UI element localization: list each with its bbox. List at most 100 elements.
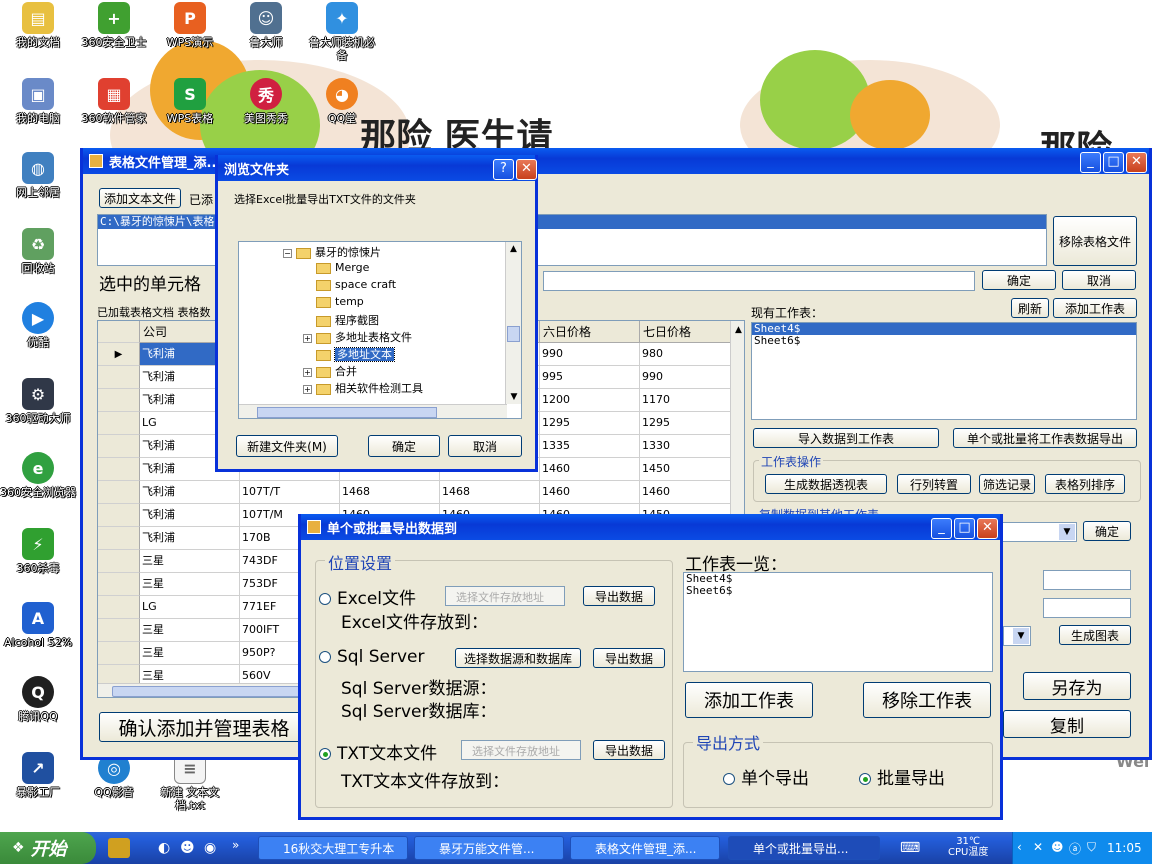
task-item-active[interactable]: 单个或批量导出... xyxy=(728,836,880,860)
tray-qq-icon[interactable]: ☻ xyxy=(1051,840,1064,854)
tray-app-icon[interactable]: ✕ xyxy=(1033,840,1043,854)
folder-tree-item[interactable]: + 相关软件检测工具 xyxy=(303,380,423,396)
desktop-icon-wps-sheet[interactable]: S WPS表格 xyxy=(152,78,228,125)
single-radio[interactable] xyxy=(723,773,735,785)
sheet-list-item[interactable]: Sheet6$ xyxy=(752,335,1136,347)
help-button[interactable]: ? xyxy=(493,159,514,180)
scroll-up-icon[interactable]: ▲ xyxy=(731,325,744,335)
desktop-icon-360-antivirus[interactable]: ⚡ 360杀毒 xyxy=(0,528,76,575)
choose-source-button[interactable]: 选择数据源和数据库 xyxy=(455,648,581,668)
tree-hscroll-thumb[interactable] xyxy=(257,407,437,418)
row-header[interactable] xyxy=(98,504,140,527)
row-header[interactable] xyxy=(98,389,140,412)
tree-hscrollbar[interactable] xyxy=(239,404,507,418)
add-sheet-button[interactable]: 添加工作表 xyxy=(685,682,813,718)
row-header[interactable] xyxy=(98,550,140,573)
desktop-icon-qq[interactable]: Q 腾讯QQ xyxy=(0,676,76,723)
grid-cell[interactable]: 1335 xyxy=(540,435,640,458)
desktop-icon-alcohol[interactable]: A Alcohol 52% xyxy=(0,602,76,649)
folder-tree[interactable]: − 暴牙的惊悚片 Merge space craft temp 程序截图 + 多地址表格文件多… xyxy=(238,241,522,419)
row-header[interactable] xyxy=(98,458,140,481)
more-chevron-icon[interactable]: » xyxy=(232,838,239,852)
txt-path-input[interactable]: 选择文件存放地址 xyxy=(461,740,581,760)
grid-cell[interactable]: 990 xyxy=(640,366,732,389)
copy-confirm-button[interactable]: 确定 xyxy=(1083,521,1131,541)
browse-dialog-titlebar[interactable]: 浏览文件夹 xyxy=(218,155,535,181)
sql-radio[interactable] xyxy=(319,651,331,663)
grid-cell[interactable]: 1295 xyxy=(540,412,640,435)
selected-cell-input[interactable] xyxy=(543,271,975,291)
excel-option[interactable]: Excel文件 xyxy=(319,584,416,609)
add-sheet-button[interactable]: 添加工作表 xyxy=(1053,298,1137,318)
grid-cell[interactable]: 飞利浦 xyxy=(140,504,240,527)
sql-option[interactable]: Sql Server xyxy=(319,647,424,667)
tray-expand-icon[interactable]: ‹ xyxy=(1017,840,1022,854)
batch-export-option[interactable]: 批量导出 xyxy=(859,764,945,789)
refresh-button[interactable]: 刷新 xyxy=(1011,298,1049,318)
quick-launch-qq-icon[interactable]: ☻ xyxy=(180,840,195,856)
task-item[interactable]: 暴牙万能文件管... xyxy=(414,836,564,860)
filter-button[interactable]: 筛选记录 xyxy=(979,474,1035,494)
folder-tree-item[interactable]: 程序截图 xyxy=(303,312,379,328)
tray-shield-icon[interactable]: ⛉ xyxy=(1087,840,1096,855)
chart-field-2[interactable] xyxy=(1043,598,1131,618)
desktop-icon-360-safe[interactable]: +360安全卫士 xyxy=(76,2,152,49)
folder-tree-item[interactable]: − 暴牙的惊悚片 xyxy=(283,244,381,260)
row-header[interactable] xyxy=(98,619,140,642)
export-dialog-titlebar[interactable]: 单个或批量导出数据到 xyxy=(301,514,1000,540)
tree-expander-icon[interactable]: + xyxy=(303,384,312,394)
generate-chart-button[interactable]: 生成图表 xyxy=(1059,625,1131,645)
desktop-icon-my-computer[interactable]: ▣ 我的电脑 xyxy=(0,78,76,125)
sheets-overview-list[interactable]: Sheet4$ Sheet6$ xyxy=(683,572,993,672)
minimize-button[interactable]: _ xyxy=(1080,152,1101,173)
quick-launch-360-icon[interactable]: ◉ xyxy=(204,840,216,856)
desktop-icon-youku[interactable]: ▶ 优酷 xyxy=(0,302,76,349)
save-as-button[interactable]: 另存为 xyxy=(1023,672,1131,700)
grid-cell[interactable]: 1460 xyxy=(640,481,732,504)
keyboard-icon[interactable]: ⌨ xyxy=(900,840,920,856)
close-button[interactable]: ✕ xyxy=(977,518,998,539)
sheet-list-item[interactable]: Sheet6$ xyxy=(684,585,992,597)
desktop-icon-wps-present[interactable]: P WPS演示 xyxy=(152,2,228,49)
row-header[interactable]: ▶ xyxy=(98,343,140,366)
desktop-icon-storm-factory[interactable]: ↗ 暴影工厂 xyxy=(0,752,76,799)
maximize-button[interactable]: □ xyxy=(954,518,975,539)
batch-radio[interactable] xyxy=(859,773,871,785)
excel-radio[interactable] xyxy=(319,593,331,605)
grid-cell[interactable]: 三星 xyxy=(140,550,240,573)
row-header[interactable] xyxy=(98,435,140,458)
new-folder-button[interactable]: 新建文件夹(M) xyxy=(236,435,338,457)
confirm-manage-button[interactable]: 确认添加并管理表格 xyxy=(99,712,309,742)
grid-cell[interactable]: 飞利浦 xyxy=(140,527,240,550)
quick-launch-icon[interactable] xyxy=(108,838,130,858)
cancel-button[interactable]: 取消 xyxy=(1062,270,1136,290)
desktop-icon-ludashi[interactable]: ☺ 鲁大师 xyxy=(228,2,304,49)
grid-cell[interactable]: 990 xyxy=(540,343,640,366)
grid-cell[interactable]: LG xyxy=(140,596,240,619)
folder-tree-item[interactable]: 多地址文本 xyxy=(303,346,395,362)
grid-cell[interactable]: 1170 xyxy=(640,389,732,412)
chevron-down-icon[interactable]: ▼ xyxy=(1059,524,1075,540)
ok-button[interactable]: 确定 xyxy=(368,435,440,457)
tree-expander-icon[interactable]: − xyxy=(283,248,292,258)
start-button[interactable]: ❖ 开始 xyxy=(0,832,96,864)
remove-sheet-button[interactable]: 移除工作表 xyxy=(863,682,991,718)
clock[interactable]: 11:05 xyxy=(1107,841,1142,855)
excel-export-button[interactable]: 导出数据 xyxy=(583,586,655,606)
remove-table-file-button[interactable]: 移除表格文件 xyxy=(1053,216,1137,266)
grid-header[interactable]: 七日价格 xyxy=(640,321,732,343)
row-header[interactable] xyxy=(98,481,140,504)
grid-cell[interactable]: 1330 xyxy=(640,435,732,458)
chart-field-1[interactable] xyxy=(1043,570,1131,590)
row-header[interactable] xyxy=(98,412,140,435)
desktop-icon-network[interactable]: ◍ 网上邻居 xyxy=(0,152,76,199)
pivot-button[interactable]: 生成数据透视表 xyxy=(765,474,887,494)
grid-cell[interactable]: 1460 xyxy=(540,458,640,481)
quick-launch-ie-icon[interactable]: ◐ xyxy=(158,840,170,856)
chart-type-select[interactable]: ▼ xyxy=(1003,626,1031,646)
add-text-file-button[interactable]: 添加文本文件 xyxy=(99,188,181,208)
grid-cell[interactable]: 995 xyxy=(540,366,640,389)
existing-sheets-list[interactable]: Sheet4$ Sheet6$ xyxy=(751,322,1137,420)
row-header[interactable] xyxy=(98,366,140,389)
desktop-icon-new-text[interactable]: ≡ 新建 文本文档.txt xyxy=(152,752,228,812)
